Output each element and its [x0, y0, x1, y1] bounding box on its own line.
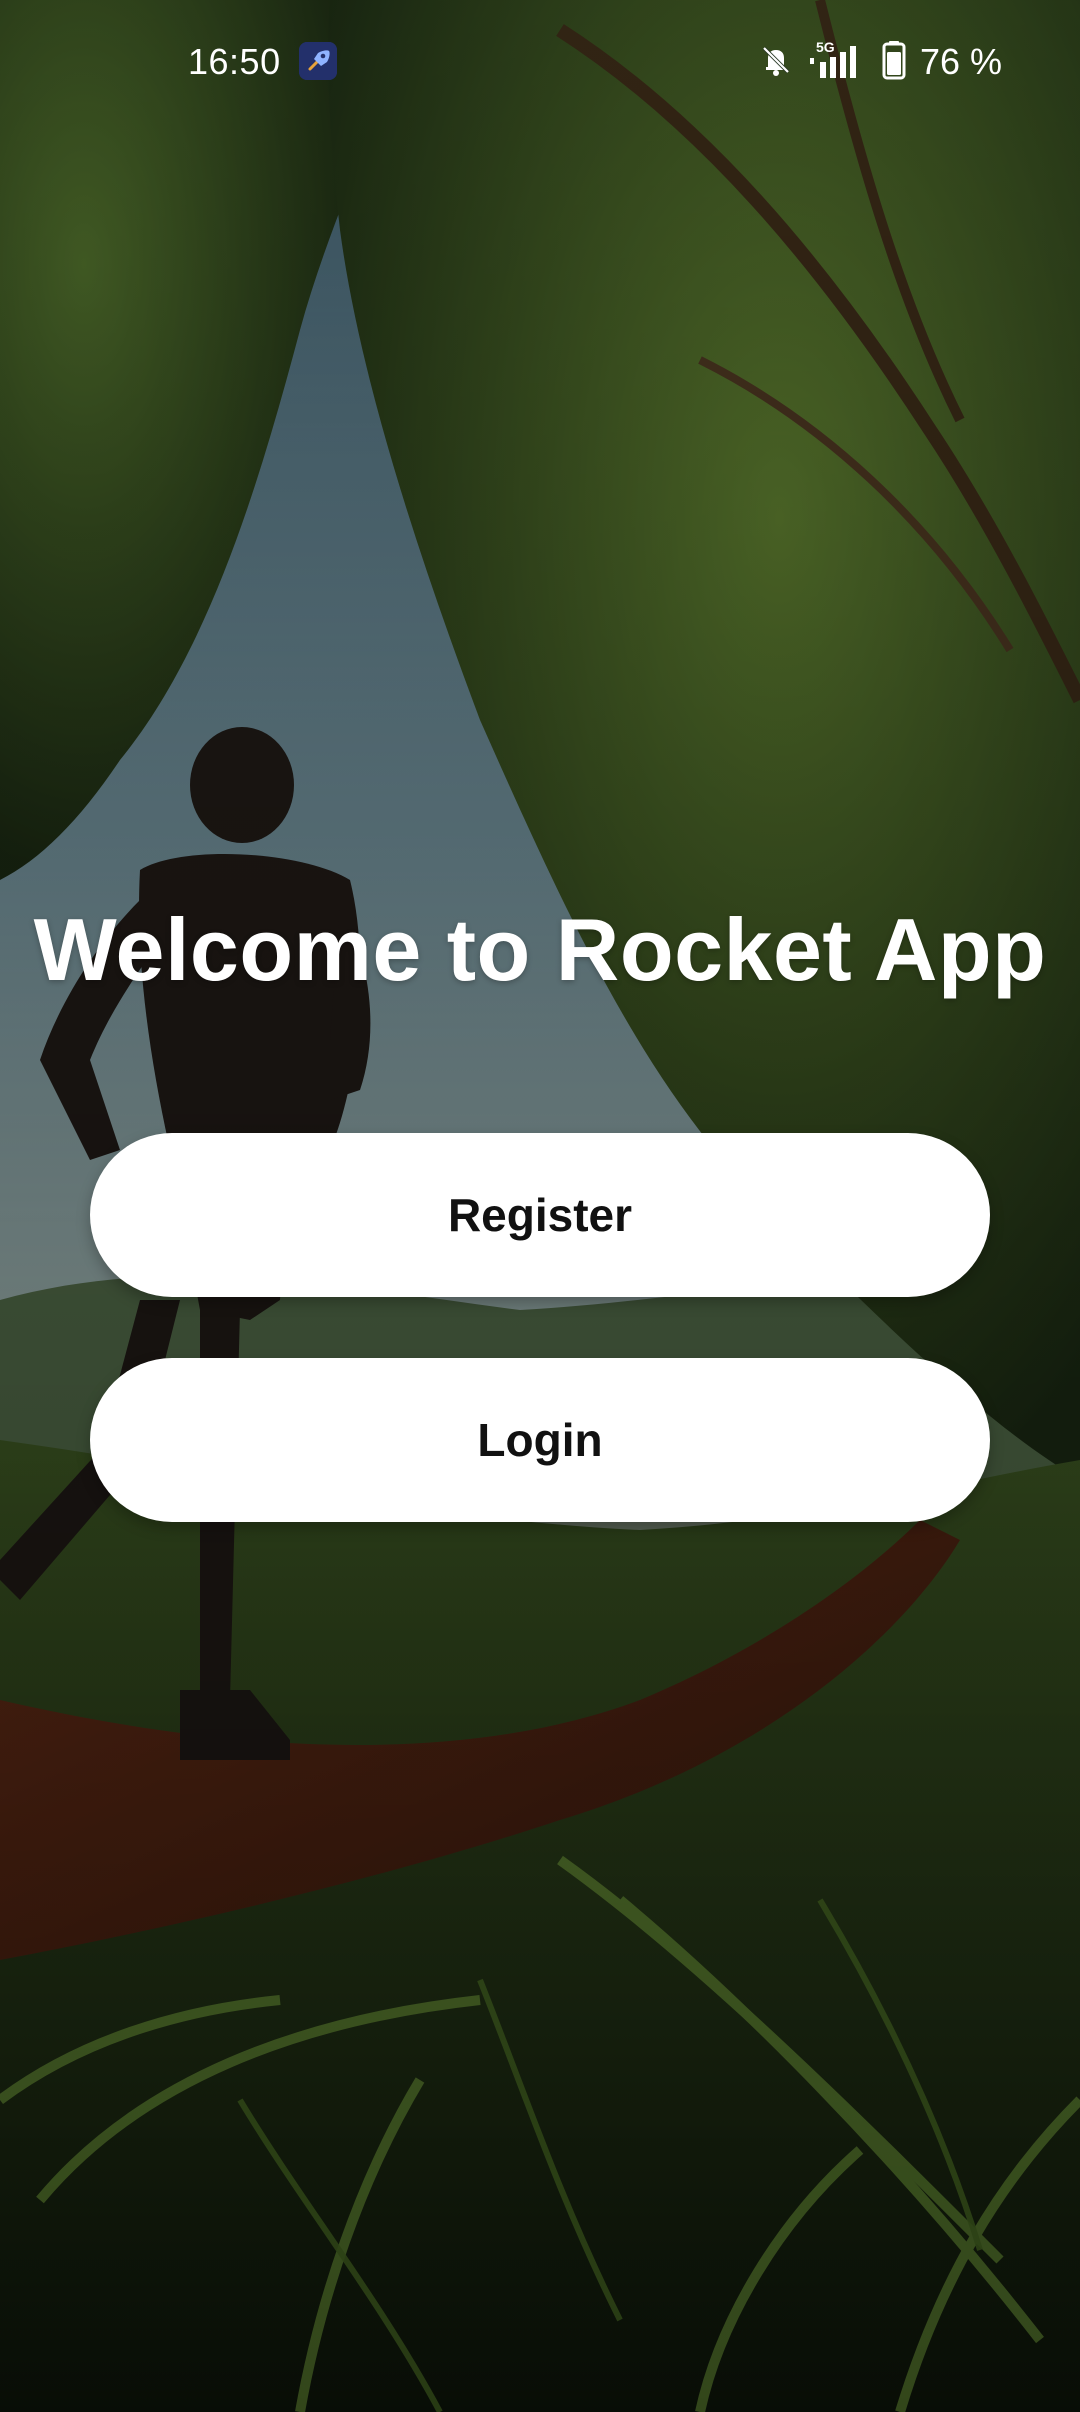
- battery-percent: 76 %: [919, 41, 1002, 82]
- svg-text:5G: 5G: [816, 40, 835, 55]
- battery-icon: [882, 40, 906, 85]
- login-button[interactable]: Login: [90, 1358, 990, 1522]
- status-right-cluster: 5G 76 %: [758, 38, 1002, 86]
- signal-5g-icon: 5G: [808, 39, 868, 85]
- status-time: 16:50: [188, 41, 281, 82]
- register-button[interactable]: Register: [90, 1133, 990, 1297]
- mute-bell-icon: [758, 42, 794, 83]
- rocket-app-icon: [299, 42, 337, 80]
- welcome-title: Welcome to Rocket App: [33, 900, 1047, 999]
- status-bar: 16:50 5G 76 %: [0, 0, 1080, 125]
